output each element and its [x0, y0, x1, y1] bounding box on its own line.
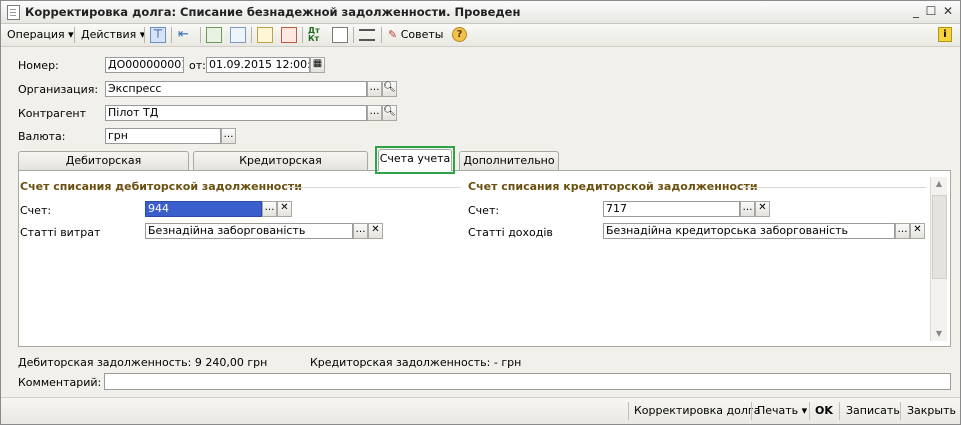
bottom-separator [839, 402, 840, 420]
credit-group-title: Счет списания кредиторской задолженности [468, 180, 758, 193]
toolbar-separator [200, 27, 201, 43]
document-window: Корректировка долга: Списание безнадежно… [0, 0, 961, 425]
credit-group-divider [743, 187, 926, 188]
ok-button[interactable]: OK [815, 404, 833, 417]
save-button[interactable]: Записать [846, 404, 900, 417]
actions-menu-label: Действия [81, 28, 137, 41]
date-from-label: от: [189, 59, 206, 72]
income-item-field[interactable]: Безнадійна кредиторська заборгованість [603, 223, 895, 239]
debit-account-clear-icon[interactable]: ✕ [277, 201, 292, 217]
toolbar: Операция ▾ Действия ▾ ⊤ ⇤ Дт Кт ✎ Советы … [1, 24, 960, 47]
unpost-document-icon[interactable] [281, 27, 297, 43]
contractor-search-icon[interactable]: 🔍︎ [382, 105, 397, 121]
expense-item-clear-icon[interactable]: ✕ [368, 223, 383, 239]
toolbar-separator [171, 27, 172, 43]
bottom-separator [809, 402, 810, 420]
print-label: Печать [757, 404, 799, 417]
bottom-command-bar: Корректировка долга Печать ▾ OK Записать… [1, 397, 960, 424]
expense-item-label: Статті витрат [20, 226, 101, 239]
tab-receivables[interactable]: Дебиторская задолженность [18, 151, 189, 184]
tab-highlight-frame [375, 146, 455, 174]
income-item-select-button[interactable]: … [895, 223, 910, 239]
report-icon[interactable] [332, 27, 348, 43]
income-item-label: Статті доходів [468, 226, 553, 239]
operation-menu[interactable]: Операция ▾ [7, 27, 74, 43]
move-to-list-icon[interactable]: ⇤ [178, 27, 194, 43]
number-label: Номер: [18, 59, 59, 72]
post-document-icon[interactable] [257, 27, 273, 43]
maximize-icon[interactable]: ☐ [923, 4, 939, 19]
close-icon[interactable]: ✕ [940, 4, 956, 19]
currency-label: Валюта: [18, 130, 66, 143]
organization-label: Организация: [18, 83, 99, 96]
tips-button[interactable]: ✎ Советы [388, 27, 443, 43]
actions-menu[interactable]: Действия ▾ [81, 27, 145, 43]
copy-icon[interactable] [230, 27, 246, 43]
document-icon [7, 5, 20, 20]
comment-field[interactable] [104, 373, 951, 390]
tab-payables[interactable]: Кредиторская задолженность [193, 151, 368, 184]
credit-account-clear-icon[interactable]: ✕ [755, 201, 770, 217]
debit-credit-icon[interactable]: Дт Кт [308, 27, 324, 43]
credit-debt-summary: Кредиторская задолженность: - грн [310, 356, 522, 369]
date-field[interactable]: 01.09.2015 12:00:01 [206, 57, 310, 73]
debit-account-select-button[interactable]: … [262, 201, 277, 217]
toolbar-separator [353, 27, 354, 43]
toolbar-separator [144, 27, 145, 43]
tab-additional[interactable]: Дополнительно [459, 151, 559, 170]
debit-debt-summary: Дебиторская задолженность: 9 240,00 грн [18, 356, 268, 369]
help-icon[interactable]: ? [452, 27, 467, 42]
currency-field[interactable]: грн [105, 128, 221, 144]
organization-select-button[interactable]: … [367, 81, 382, 97]
toolbar-separator [381, 27, 382, 43]
structure-filter-icon[interactable]: ⊤ [150, 27, 166, 43]
contractor-label: Контрагент [18, 107, 87, 120]
organization-field[interactable]: Экспресс [105, 81, 367, 97]
close-button[interactable]: Закрыть [907, 404, 956, 417]
list-view-icon[interactable] [359, 29, 375, 41]
toolbar-separator [302, 27, 303, 43]
debit-account-label: Счет: [20, 204, 52, 217]
calendar-icon[interactable]: ▦ [310, 57, 325, 73]
bottom-separator [628, 402, 629, 420]
adjustment-button[interactable]: Корректировка долга [634, 404, 760, 417]
credit-account-label: Счет: [468, 204, 500, 217]
contractor-field[interactable]: Пілот ТД [105, 105, 367, 121]
tips-icon: ✎ [388, 28, 398, 41]
window-title: Корректировка долга: Списание безнадежно… [25, 5, 521, 19]
title-bar: Корректировка долга: Списание безнадежно… [1, 1, 960, 24]
minimize-icon[interactable]: _ [908, 4, 924, 19]
bottom-separator [751, 402, 752, 420]
toolbar-separator [251, 27, 252, 43]
number-field[interactable]: ДО000000001 [105, 57, 184, 73]
credit-account-select-button[interactable]: … [740, 201, 755, 217]
currency-select-button[interactable]: … [221, 128, 236, 144]
scroll-thumb[interactable] [932, 195, 947, 279]
panel-scrollbar[interactable]: ▲ ▼ [930, 177, 947, 341]
expense-item-field[interactable]: Безнадійна заборгованість [145, 223, 353, 239]
operation-menu-label: Операция [7, 28, 65, 41]
scroll-up-icon[interactable]: ▲ [932, 177, 946, 191]
tips-label: Советы [400, 28, 444, 41]
organization-search-icon[interactable]: 🔍︎ [382, 81, 397, 97]
info-icon[interactable]: i [938, 27, 952, 42]
print-button[interactable]: Печать ▾ [757, 404, 807, 417]
refresh-icon[interactable] [206, 27, 222, 43]
tab-panel [18, 170, 951, 347]
comment-label: Комментарий: [18, 376, 102, 389]
contractor-select-button[interactable]: … [367, 105, 382, 121]
bottom-separator [900, 402, 901, 420]
scroll-down-icon[interactable]: ▼ [932, 327, 946, 341]
expense-item-select-button[interactable]: … [353, 223, 368, 239]
credit-account-field[interactable]: 717 [603, 201, 740, 217]
income-item-clear-icon[interactable]: ✕ [910, 223, 925, 239]
toolbar-separator [74, 27, 75, 43]
debit-account-field[interactable]: 944 [145, 201, 262, 217]
debit-group-divider [287, 187, 461, 188]
debit-group-title: Счет списания дебиторской задолженности [20, 180, 302, 193]
